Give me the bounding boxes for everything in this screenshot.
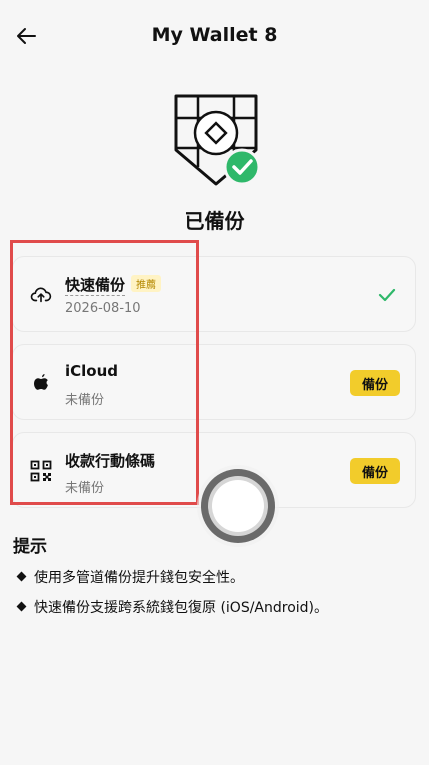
option-name: 收款行動條碼 [65,452,156,470]
tips-title: 提示 [13,537,47,557]
bullet-icon [16,571,27,582]
checkmark-icon [378,288,396,302]
icloud-backup-button[interactable]: 備份 [350,370,400,396]
page-title: My Wallet 8 [151,24,278,46]
header: My Wallet 8 [0,0,429,72]
qr-backup-button[interactable]: 備份 [350,458,400,484]
tip-item: 使用多管道備份提升錢包安全性。 [16,567,244,587]
option-icloud[interactable]: iCloud 未備份 備份 [12,344,416,420]
bullet-icon [16,601,27,612]
option-quick-backup[interactable]: 快速備份 推薦 2026-08-10 [12,256,416,332]
tip-item: 快速備份支援跨系統錢包復原 (iOS/Android)。 [16,597,328,617]
option-name: iCloud [65,362,119,380]
backup-state: 未備份 [65,393,105,408]
cloud-upload-icon [29,283,53,307]
apple-icon [29,371,53,395]
option-name: 快速備份 推薦 [65,274,162,296]
shield-check-icon [174,94,261,186]
recommended-badge: 推薦 [131,275,162,292]
floating-assistive-button[interactable] [196,464,280,548]
backup-status-label: 已備份 [184,209,245,233]
qr-code-icon [29,459,53,483]
backup-date: 2026-08-10 [65,301,141,316]
backup-state: 未備份 [65,481,105,496]
